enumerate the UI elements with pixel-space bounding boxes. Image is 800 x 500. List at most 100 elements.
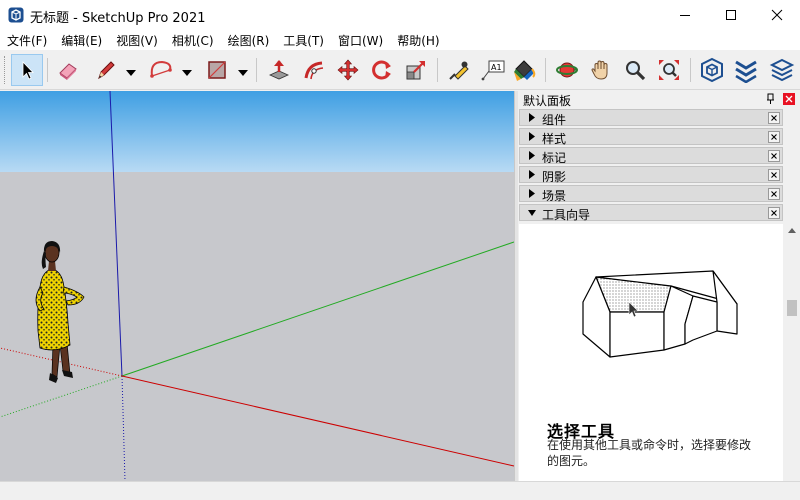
- scale-tool-button[interactable]: [400, 54, 432, 86]
- magnifier-icon: [626, 61, 646, 81]
- hand-icon: [591, 60, 608, 80]
- warehouse-tool-button[interactable]: [696, 54, 728, 86]
- 3d-warehouse-icon: [701, 57, 723, 83]
- menu-camera[interactable]: 相机(C): [165, 30, 221, 50]
- arc-tool-dropdown[interactable]: [182, 66, 192, 76]
- close-icon: [771, 210, 777, 216]
- triangle-right-icon: [529, 113, 535, 122]
- maximize-button[interactable]: [708, 0, 754, 30]
- panel-close-button[interactable]: [768, 112, 780, 124]
- tape-measure-tool-button[interactable]: [443, 54, 475, 86]
- default-tray: 默认面板 组件 样式 标记 阴影 场景 工具向导 选择工具 在使用其他工具或命令…: [518, 91, 800, 481]
- ground-plane: [0, 172, 514, 481]
- close-icon: [785, 95, 793, 103]
- layout-tool-button[interactable]: [766, 54, 798, 86]
- tray-close-button[interactable]: [783, 93, 795, 105]
- menu-window[interactable]: 窗口(W): [331, 30, 390, 50]
- tray-pin-button[interactable]: [765, 93, 777, 105]
- rotate-tool-button[interactable]: [366, 54, 398, 86]
- toolbar-separator: [437, 58, 438, 82]
- panel-label: 阴影: [542, 170, 567, 184]
- menu-tools[interactable]: 工具(T): [276, 30, 331, 50]
- panel-tags[interactable]: 标记: [519, 147, 783, 165]
- svg-text:A1: A1: [491, 63, 502, 72]
- close-icon: [771, 172, 777, 178]
- rectangle-tool-dropdown[interactable]: [238, 66, 248, 76]
- panel-label: 样式: [542, 132, 567, 146]
- menu-edit[interactable]: 编辑(E): [54, 30, 109, 50]
- eraser-tool-button[interactable]: [52, 54, 84, 86]
- orbit-tool-button[interactable]: [551, 54, 583, 86]
- status-bar: [0, 481, 800, 500]
- pan-tool-button[interactable]: [585, 54, 617, 86]
- close-icon: [771, 134, 777, 140]
- menu-draw[interactable]: 绘图(R): [221, 30, 277, 50]
- modeling-viewport[interactable]: [0, 91, 514, 481]
- instructor-scrollbar[interactable]: [784, 224, 800, 481]
- minimize-button[interactable]: [662, 0, 708, 30]
- rectangle-tool-button[interactable]: [201, 54, 233, 86]
- panel-scenes[interactable]: 场景: [519, 185, 783, 203]
- maximize-icon: [726, 10, 736, 20]
- panel-close-button[interactable]: [768, 207, 780, 219]
- panel-label: 工具向导: [542, 208, 591, 222]
- line-tool-dropdown[interactable]: [126, 66, 136, 76]
- zoom-tool-button[interactable]: [619, 54, 651, 86]
- eraser-icon: [59, 63, 77, 80]
- sky: [0, 91, 514, 172]
- text-tool-button[interactable]: A1: [477, 54, 509, 86]
- instructor-description: 在使用其他工具或命令时，选择要修改的图元。: [547, 438, 752, 468]
- arc-icon: [150, 60, 172, 78]
- toolbar-separator: [545, 58, 546, 82]
- panel-shadows[interactable]: 阴影: [519, 166, 783, 184]
- panel-label: 场景: [542, 189, 567, 203]
- rotate-icon: [372, 60, 391, 80]
- paint-bucket-tool-button[interactable]: [508, 54, 540, 86]
- move-tool-button[interactable]: [332, 54, 364, 86]
- select-tool-button[interactable]: [11, 54, 43, 86]
- title-bar: 无标题 - SketchUp Pro 2021: [0, 0, 800, 30]
- zoom-extents-tool-button[interactable]: [653, 54, 685, 86]
- push-pull-tool-button[interactable]: [263, 54, 295, 86]
- offset-icon: [304, 61, 324, 80]
- scroll-thumb[interactable]: [787, 300, 797, 316]
- panel-components[interactable]: 组件: [519, 109, 783, 127]
- arrow-cursor-icon: [22, 61, 34, 80]
- toolbar-grip[interactable]: [4, 56, 7, 84]
- pencil-icon: [98, 61, 115, 80]
- line-tool-button[interactable]: [90, 54, 122, 86]
- panel-instructor[interactable]: 工具向导: [519, 204, 783, 222]
- chevron-down-icon: [238, 70, 248, 76]
- close-icon: [771, 191, 777, 197]
- triangle-down-icon: [528, 210, 536, 216]
- triangle-right-icon: [529, 189, 535, 198]
- offset-tool-button[interactable]: [298, 54, 330, 86]
- close-button[interactable]: [754, 0, 800, 30]
- panel-close-button[interactable]: [768, 150, 780, 162]
- scroll-up-icon[interactable]: [788, 227, 796, 233]
- text-label-icon: A1: [481, 60, 505, 81]
- tray-header: 默认面板: [518, 91, 800, 108]
- arc-tool-button[interactable]: [145, 54, 177, 86]
- triangle-right-icon: [529, 151, 535, 160]
- panel-close-button[interactable]: [768, 188, 780, 200]
- sketchup-window: 无标题 - SketchUp Pro 2021 文件(F) 编辑(E) 视图(V…: [0, 0, 800, 500]
- panel-label: 组件: [542, 113, 567, 127]
- extension-warehouse-tool-button[interactable]: [730, 54, 762, 86]
- panel-styles[interactable]: 样式: [519, 128, 783, 146]
- panel-close-button[interactable]: [768, 169, 780, 181]
- menu-file[interactable]: 文件(F): [0, 30, 54, 50]
- panel-close-button[interactable]: [768, 131, 780, 143]
- instructor-illustration: [582, 270, 738, 358]
- menu-help[interactable]: 帮助(H): [390, 30, 446, 50]
- main-toolbar: A1: [0, 50, 800, 90]
- sketchup-logo-icon[interactable]: [8, 7, 24, 23]
- chevron-down-icon: [182, 70, 192, 76]
- rectangle-icon: [208, 61, 226, 79]
- menu-view[interactable]: 视图(V): [109, 30, 165, 50]
- paint-bucket-icon: [514, 60, 536, 81]
- push-pull-icon: [269, 60, 289, 80]
- close-icon: [771, 9, 783, 21]
- layers-stack-icon: [769, 58, 795, 82]
- orbit-icon: [556, 62, 578, 78]
